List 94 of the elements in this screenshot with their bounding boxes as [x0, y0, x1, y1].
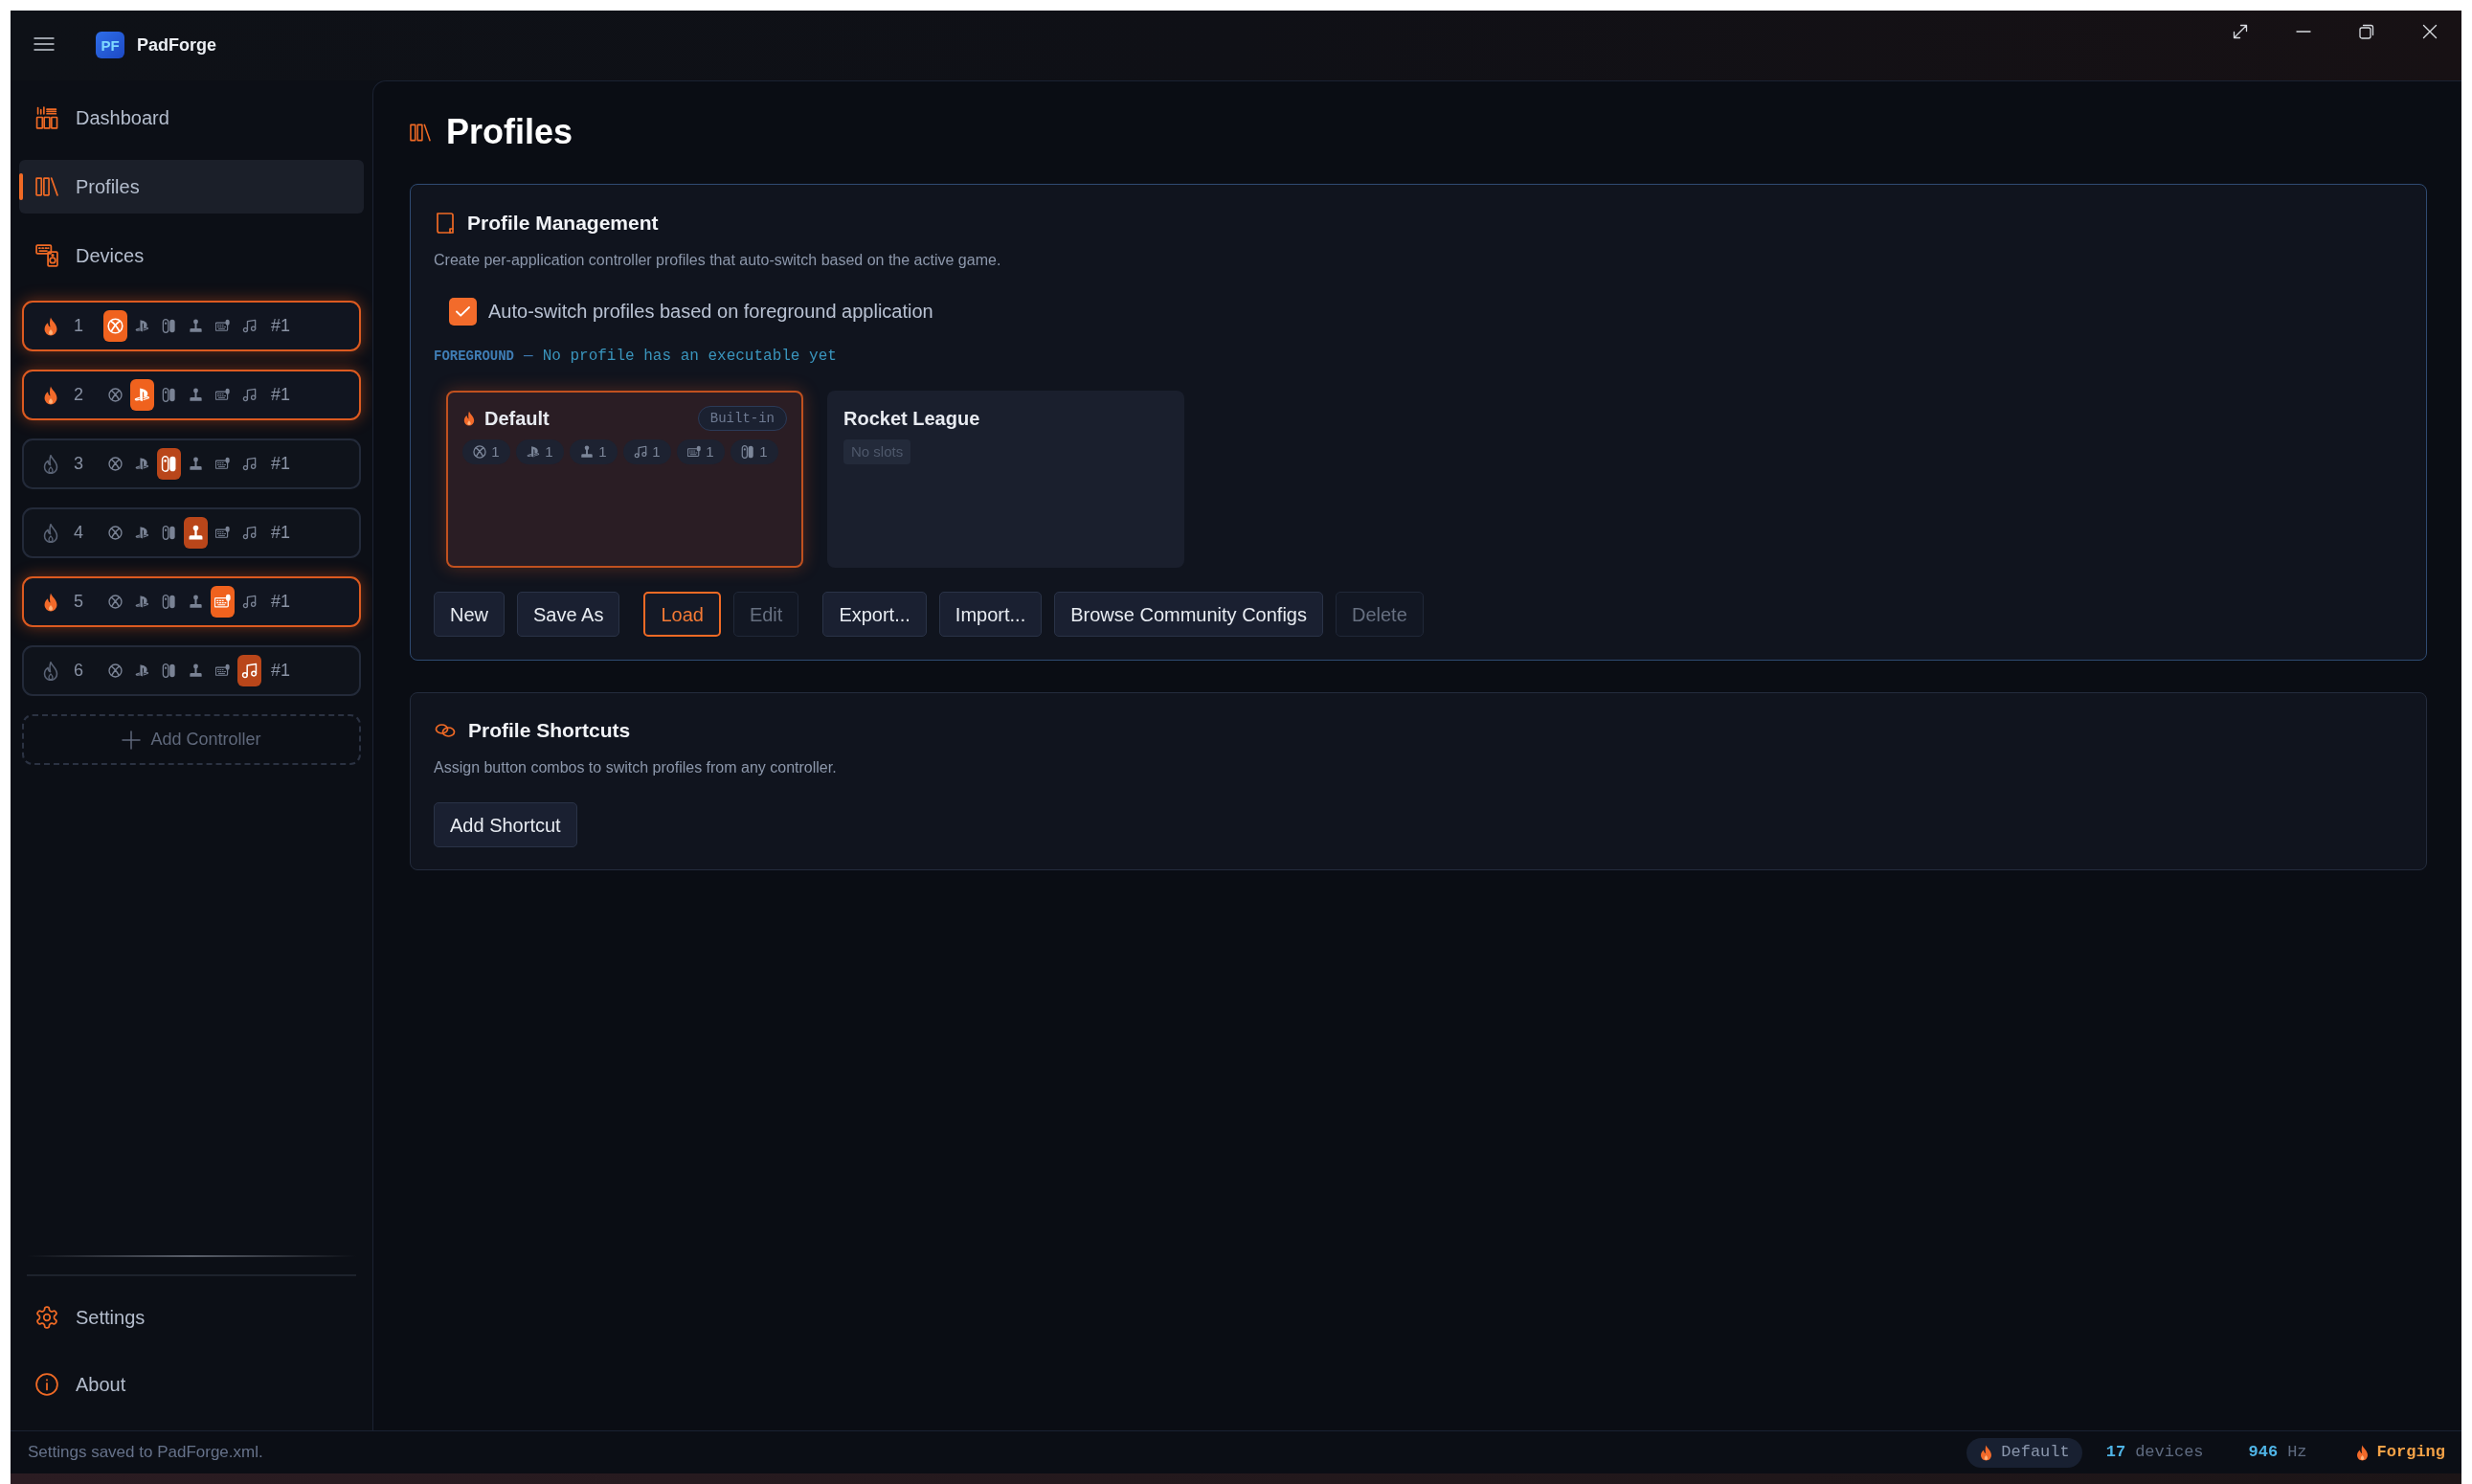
stylized-p-icon[interactable] [129, 379, 154, 411]
card-description: Assign button combos to switch profiles from any controller. [434, 758, 838, 777]
slot-tag: #1 [271, 658, 291, 684]
nav-item[interactable]: Devices [19, 229, 364, 282]
slot-count: 1 [491, 441, 500, 461]
menu-icon [34, 37, 55, 51]
chart-grid-icon [35, 106, 58, 129]
nav-item[interactable]: Dashboard [19, 91, 364, 145]
slot-count: 1 [759, 441, 768, 461]
slot-count: 1 [545, 441, 553, 461]
action-button[interactable]: New [434, 592, 505, 637]
slot-number: 6 [74, 660, 84, 682]
card-title: Profile Management [467, 211, 659, 236]
book-icon [436, 212, 455, 235]
slot-tag: #1 [271, 313, 291, 339]
status-message: Settings saved to PadForge.xml. [28, 1442, 263, 1464]
slot-count: 1 [652, 441, 661, 461]
books-icon [35, 175, 58, 198]
card-description: Create per-application controller profiles that auto-switch based on the active game. [434, 251, 1002, 270]
split-controller-icon [741, 445, 755, 459]
link-icon [435, 723, 456, 738]
slot-tag: #1 [271, 451, 291, 477]
checkmark-icon [456, 305, 470, 317]
keyboard-mouse-icon [687, 445, 702, 459]
settings-icon [35, 1306, 58, 1329]
flame-icon [42, 454, 59, 474]
split-controller-icon[interactable] [156, 448, 181, 480]
flame-icon [42, 523, 59, 543]
app-title: PadForge [137, 34, 216, 56]
polling-rate: 946 [2248, 1442, 2279, 1464]
flame-icon [1979, 1444, 1994, 1461]
controller-slot[interactable]: 2 #1 [22, 370, 361, 420]
nav-item[interactable]: About [19, 1358, 364, 1411]
slot-tag: #1 [271, 589, 291, 615]
checkbox[interactable] [449, 297, 477, 326]
flame-icon [42, 316, 59, 336]
active-profile-name: Default [2001, 1442, 2070, 1464]
music-notes-icon [634, 445, 648, 459]
profile-card[interactable]: Default Built-in 1 1 1 1 1 1 [446, 391, 803, 568]
built-in-tag: Built-in [697, 406, 787, 431]
device-count: 17 [2105, 1442, 2126, 1464]
action-button[interactable]: Export... [822, 592, 927, 637]
action-button[interactable]: Import... [938, 592, 1043, 637]
controller-slot[interactable]: 3 #1 [22, 438, 361, 489]
slot-number: 4 [74, 522, 84, 544]
action-button[interactable]: Load [643, 592, 721, 637]
music-notes-icon[interactable] [236, 655, 261, 686]
action-button[interactable]: Add Shortcut [434, 802, 577, 847]
nav-item[interactable]: Settings [19, 1291, 364, 1344]
slot-tag: #1 [271, 520, 291, 546]
flame-icon [42, 592, 59, 612]
slot-count: 1 [706, 441, 714, 461]
expand-arrows-icon [2233, 24, 2248, 39]
foreground-label: FOREGROUND [434, 347, 514, 366]
slot-number: 5 [74, 591, 84, 613]
auto-switch-label: Auto-switch profiles based on foreground application [488, 300, 933, 324]
profile-name: Rocket League [843, 407, 980, 431]
flame-icon [2354, 1444, 2370, 1461]
profile-name: Default [484, 407, 550, 431]
controller-slot[interactable]: 4 #1 [22, 507, 361, 558]
close-icon [2422, 24, 2438, 39]
action-button[interactable]: Browse Community Configs [1054, 592, 1323, 637]
keyboard-mouse-icon[interactable] [210, 586, 235, 618]
joystick-icon[interactable] [183, 517, 208, 549]
card-title: Profile Shortcuts [468, 718, 631, 744]
dash-separator: — [524, 347, 533, 367]
polling-rate-unit: Hz [2287, 1442, 2307, 1464]
foreground-message: No profile has an executable yet [542, 347, 837, 367]
flame-icon [42, 385, 59, 405]
nav-item[interactable]: Profiles [19, 160, 364, 214]
crossed-circle-icon [473, 445, 487, 459]
minimize-icon [2296, 31, 2311, 33]
controller-slot[interactable]: 5 #1 [22, 576, 361, 627]
stylized-p-icon [527, 445, 541, 459]
flame-icon [462, 411, 476, 426]
restore-icon [2359, 24, 2374, 39]
plus-icon [122, 730, 142, 750]
books-icon [410, 123, 431, 142]
slot-count: 1 [598, 441, 607, 461]
slot-number: 1 [74, 315, 84, 337]
slot-number: 3 [74, 453, 84, 475]
action-button[interactable]: Save As [517, 592, 620, 637]
engine-status: Forging [2376, 1442, 2445, 1464]
device-count-unit: devices [2135, 1442, 2204, 1464]
flame-icon [42, 661, 59, 681]
info-icon [35, 1373, 58, 1396]
app-logo: PF [96, 32, 124, 58]
keyboard-speaker-icon [35, 244, 58, 267]
slot-number: 2 [74, 384, 84, 406]
joystick-icon [580, 445, 595, 459]
page-title: Profiles [446, 111, 573, 153]
controller-slot[interactable]: 6 #1 [22, 645, 361, 696]
controller-slot[interactable]: 1 #1 [22, 301, 361, 351]
slot-tag: #1 [271, 382, 291, 408]
